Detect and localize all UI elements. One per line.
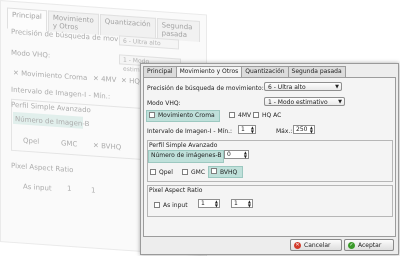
ghost-4mv-label: ✕ 4MV (93, 74, 117, 85)
spinner-arrows-icon[interactable]: ▲ ▼ (310, 126, 313, 134)
spinner-arrows-icon[interactable]: ▲ ▼ (244, 151, 247, 159)
tab-panel: Precisión de búsqueda de movimiento: 6 -… (143, 77, 396, 237)
ghost-bvhq-text: BVHQ (101, 142, 122, 152)
interval-label: Intervalo de Imagen-I - Mín.: (147, 128, 233, 135)
vhq-label: Modo VHQ: (147, 100, 181, 107)
ghost-vhq-label: Modo VHQ: (11, 48, 51, 60)
4mv-checkbox[interactable] (229, 112, 235, 118)
vhq-value: 1 - Modo estimativo (268, 99, 328, 106)
bvhq-checkbox[interactable] (211, 168, 217, 174)
hqac-label: HQ AC (262, 112, 282, 119)
chevron-down-icon: ▼ (335, 84, 339, 90)
gmc-label: GMC (191, 169, 206, 176)
spinner-arrows-icon[interactable]: ▲ ▼ (251, 126, 254, 134)
ghost-4mv-text: 4MV (101, 75, 117, 85)
bvhq-label: BVHQ (220, 169, 238, 176)
par-a-value: 1 (201, 200, 205, 207)
check-icon: ✓ (348, 242, 355, 249)
vhq-combo[interactable]: 1 - Modo estimativo ▼ (264, 97, 345, 106)
ghost-as-input-label: As input (23, 182, 52, 193)
ghost-qpel-label: Qpel (23, 136, 40, 146)
qpel-checkbox[interactable] (150, 169, 156, 175)
tab-principal[interactable]: Principal (143, 66, 177, 77)
ghost-par-a: 1 (67, 184, 72, 193)
bframes-value: 0 (227, 151, 231, 158)
precision-value: 6 - Ultra alto (268, 84, 306, 91)
par-title: Pixel Aspect Ratio (149, 187, 203, 194)
interval-min-spinner[interactable]: 1 ▲ ▼ (238, 125, 256, 134)
qpel-label: Qpel (159, 169, 173, 176)
croma-checkbox[interactable] (149, 112, 155, 118)
bframes-label: Número de imágenes-B (151, 152, 222, 159)
as-input-label: As input (163, 202, 188, 209)
gmc-checkbox[interactable] (182, 169, 188, 175)
chevron-down-icon: ▼ (338, 99, 342, 105)
tab-bar: Principal Movimiento y Otros Quantizació… (143, 66, 346, 78)
ghost-croma-label: ✕ Movimiento Croma (13, 68, 88, 83)
ghost-par-b: 1 (91, 186, 96, 195)
spinner-arrows-icon[interactable]: ▲ ▼ (215, 200, 218, 208)
ghost-gmc-label: GMC (61, 139, 78, 149)
cancel-icon: ✕ (294, 242, 301, 249)
accept-button-label: Aceptar (358, 242, 382, 249)
ghost-croma-text: Movimiento Croma (21, 69, 88, 83)
tab-segunda-pasada[interactable]: Segunda pasada (287, 66, 346, 77)
4mv-label: 4MV (238, 112, 252, 119)
hqac-checkbox[interactable] (253, 112, 259, 118)
ghost-par-label: Pixel Aspect Ratio (11, 161, 74, 175)
bframes-spinner[interactable]: 0 ▲ ▼ (224, 150, 249, 159)
xvid-config-dialog: Principal Movimiento y Otros Quantizació… (140, 63, 399, 255)
precision-label: Precisión de búsqueda de movimiento: (147, 85, 264, 92)
par-b-value: 1 (234, 200, 238, 207)
interval-max-value: 250 (296, 126, 308, 133)
perfil-title: Perfil Simple Avanzado (149, 142, 218, 149)
interval-min-value: 1 (241, 126, 245, 133)
ghost-interval-label: Intervalo de Imagen-I - Mín.: (11, 85, 111, 101)
cancel-button[interactable]: ✕ Cancelar (290, 239, 342, 251)
tab-quantizacion[interactable]: Quantización (241, 66, 289, 77)
interval-max-spinner[interactable]: 250 ▲ ▼ (293, 125, 315, 134)
par-b-spinner[interactable]: 1 ▲ ▼ (231, 199, 253, 208)
interval-max-label: Máx.: (276, 128, 293, 135)
croma-label: Movimiento Croma (158, 112, 215, 119)
accept-button[interactable]: ✓ Aceptar (344, 239, 394, 251)
as-input-checkbox[interactable] (154, 202, 160, 208)
cancel-button-label: Cancelar (304, 242, 331, 249)
spinner-arrows-icon[interactable]: ▲ ▼ (248, 200, 251, 208)
par-a-spinner[interactable]: 1 ▲ ▼ (198, 199, 220, 208)
precision-combo[interactable]: 6 - Ultra alto ▼ (264, 82, 342, 91)
